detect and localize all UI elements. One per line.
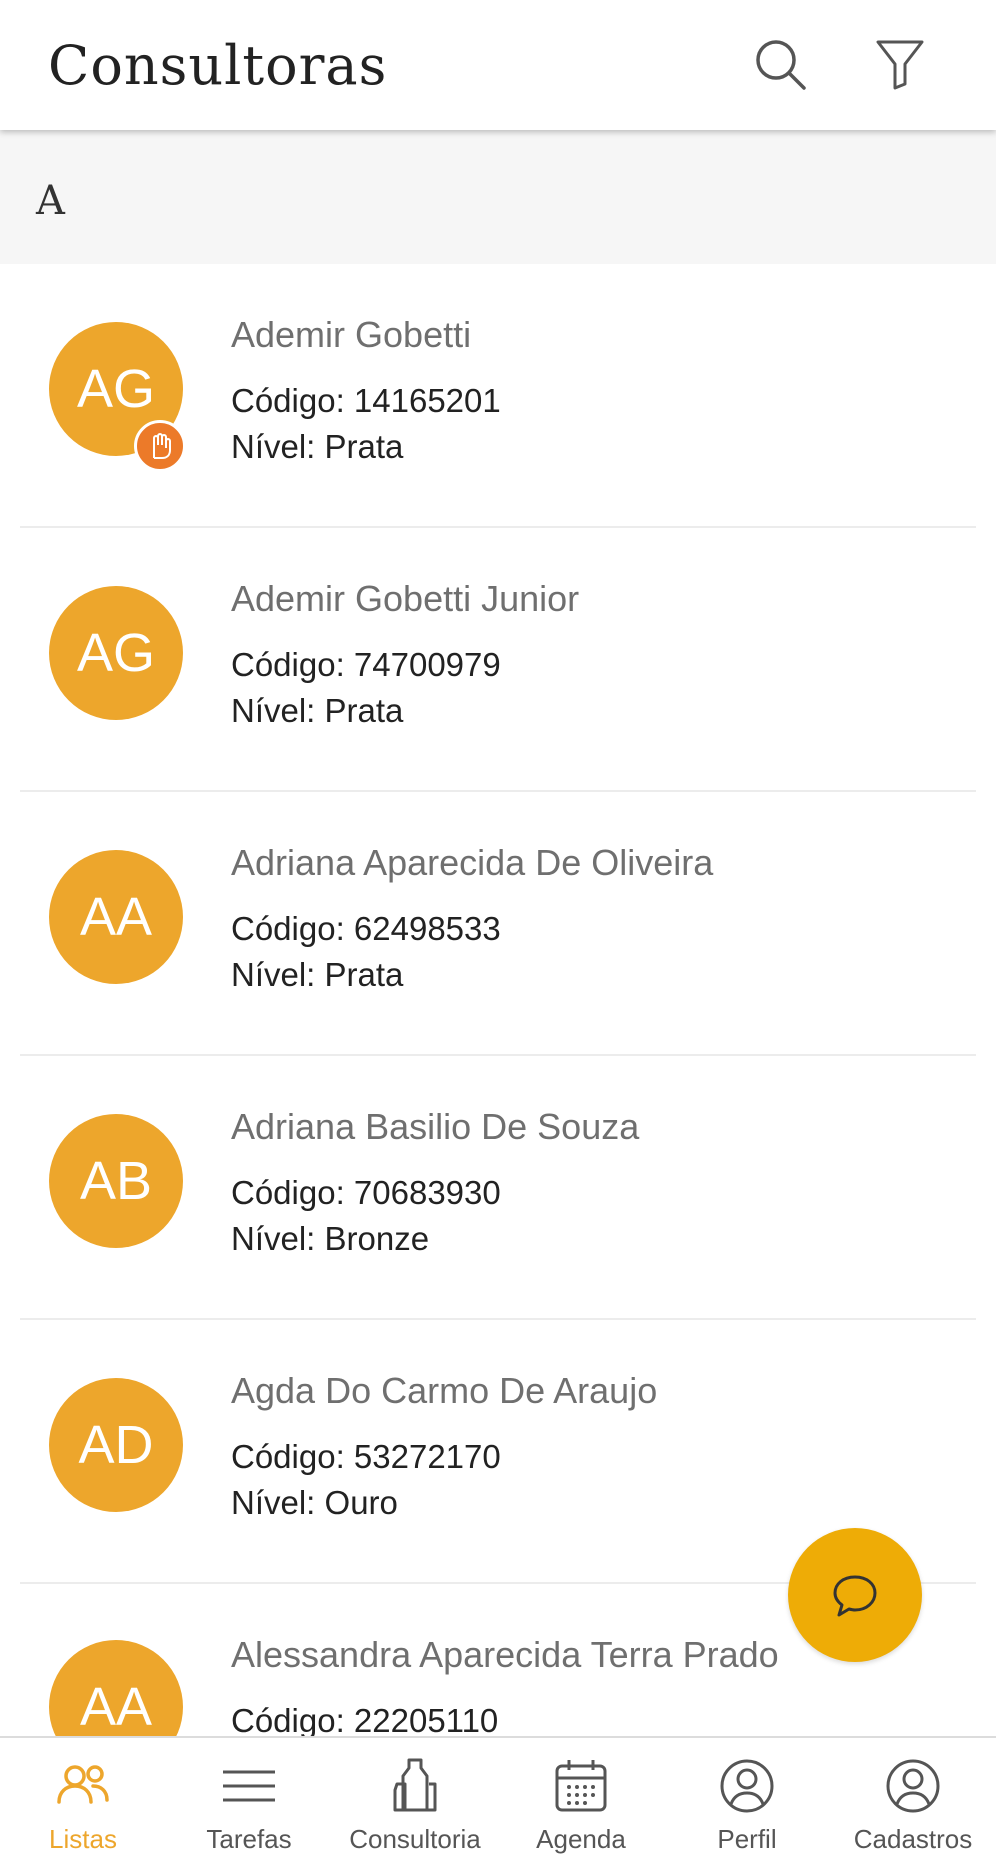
nav-item-consultoria[interactable]: Consultoria bbox=[332, 1738, 498, 1876]
avatar: AA bbox=[49, 850, 183, 984]
avatar: AD bbox=[49, 1378, 183, 1512]
people-icon bbox=[57, 1765, 109, 1804]
nav-item-listas[interactable]: Listas bbox=[0, 1738, 166, 1876]
bottom-nav: Listas Tarefas Consultoria Agenda Perfil… bbox=[0, 1736, 996, 1876]
nav-item-cadastros[interactable]: Cadastros bbox=[830, 1738, 996, 1876]
avatar: AB bbox=[49, 1114, 183, 1248]
user-circle-icon bbox=[886, 1759, 940, 1813]
calendar-icon bbox=[555, 1760, 607, 1812]
avatar-initials: AD bbox=[78, 1415, 154, 1475]
consultant-code: Código: 53272170 bbox=[231, 1438, 501, 1475]
chat-button[interactable] bbox=[788, 1528, 922, 1662]
consultant-level: Nível: Prata bbox=[231, 692, 404, 729]
section-letter: A bbox=[36, 178, 65, 224]
consultant-level: Nível: Ouro bbox=[231, 1484, 398, 1521]
consultant-name: Alessandra Aparecida Terra Prado bbox=[231, 1634, 779, 1675]
nav-label: Tarefas bbox=[206, 1824, 292, 1854]
consultant-level: Nível: Bronze bbox=[231, 1220, 430, 1257]
consultant-name: Ademir Gobetti bbox=[231, 314, 472, 355]
list-item[interactable]: AG Ademir Gobetti Junior Código: 7470097… bbox=[20, 528, 976, 792]
page-title: Consultoras bbox=[48, 34, 388, 97]
avatar: AG bbox=[49, 586, 183, 720]
nav-item-tarefas[interactable]: Tarefas bbox=[166, 1738, 332, 1876]
app-bar: Consultoras bbox=[0, 0, 996, 130]
list-icon bbox=[223, 1770, 275, 1802]
consultant-code: Código: 62498533 bbox=[231, 910, 501, 947]
consultant-name: Agda Do Carmo De Araujo bbox=[231, 1370, 658, 1411]
consultant-code: Código: 70683930 bbox=[231, 1174, 501, 1211]
consultant-code: Código: 14165201 bbox=[231, 382, 501, 419]
list-item[interactable]: AG Ademir Gobetti Código: 14165201 Nível… bbox=[20, 264, 976, 528]
consultant-name: Adriana Basilio De Souza bbox=[231, 1106, 640, 1147]
avatar-initials: AG bbox=[76, 623, 156, 683]
consultant-name: Ademir Gobetti Junior bbox=[231, 578, 580, 619]
nav-label: Perfil bbox=[717, 1824, 777, 1854]
nav-label: Consultoria bbox=[349, 1824, 481, 1854]
nav-item-agenda[interactable]: Agenda bbox=[498, 1738, 664, 1876]
consultant-level: Nível: Prata bbox=[231, 956, 404, 993]
consultant-level: Nível: Prata bbox=[231, 428, 404, 465]
avatar-initials: AA bbox=[79, 1677, 153, 1737]
avatar-initials: AB bbox=[79, 1151, 153, 1211]
user-circle-icon bbox=[720, 1759, 774, 1813]
chat-icon bbox=[833, 1575, 877, 1617]
consultant-name: Adriana Aparecida De Oliveira bbox=[231, 842, 714, 883]
bottles-icon bbox=[393, 1758, 437, 1812]
nav-label: Cadastros bbox=[853, 1824, 973, 1854]
consultant-code: Código: 74700979 bbox=[231, 646, 501, 683]
filter-icon[interactable] bbox=[872, 36, 928, 92]
list-item[interactable]: AB Adriana Basilio De Souza Código: 7068… bbox=[20, 1056, 976, 1320]
search-icon[interactable] bbox=[752, 36, 808, 92]
list-item[interactable]: AA Adriana Aparecida De Oliveira Código:… bbox=[20, 792, 976, 1056]
nav-label: Listas bbox=[49, 1824, 117, 1854]
nav-item-perfil[interactable]: Perfil bbox=[664, 1738, 830, 1876]
avatar-initials: AA bbox=[79, 887, 153, 947]
avatar-initials: AG bbox=[76, 359, 156, 419]
consultant-code: Código: 22205110 bbox=[231, 1702, 499, 1739]
section-header: A bbox=[0, 130, 996, 264]
hand-icon bbox=[134, 420, 186, 472]
nav-label: Agenda bbox=[536, 1824, 626, 1854]
